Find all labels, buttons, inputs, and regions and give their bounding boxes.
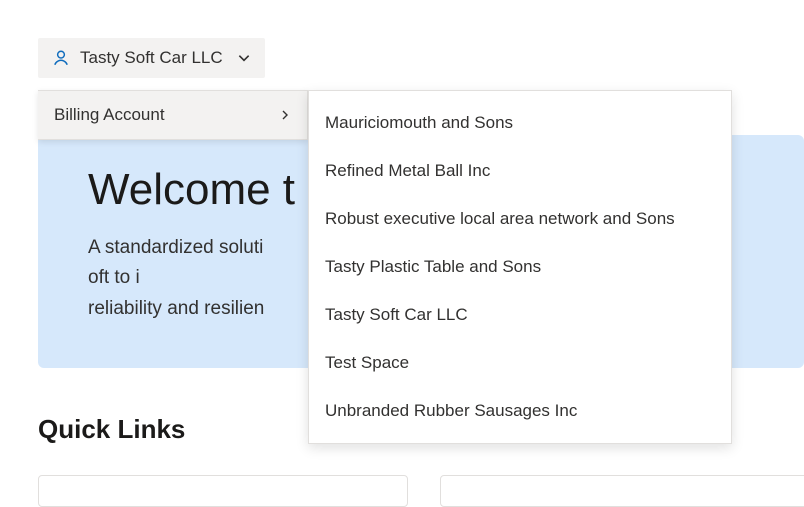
menu-item-label: Billing Account [54, 105, 165, 125]
quick-link-card[interactable] [440, 475, 804, 507]
account-selector-button[interactable]: Tasty Soft Car LLC [38, 38, 265, 78]
billing-account-submenu: Mauriciomouth and Sons Refined Metal Bal… [308, 90, 732, 444]
banner-line1-right: oft to i [88, 267, 140, 288]
quick-link-card[interactable] [38, 475, 408, 507]
billing-account-option[interactable]: Mauriciomouth and Sons [309, 99, 731, 147]
billing-account-option[interactable]: Tasty Soft Car LLC [309, 291, 731, 339]
account-selector-label: Tasty Soft Car LLC [80, 48, 223, 68]
chevron-down-icon [237, 51, 251, 65]
menu-item-billing-account[interactable]: Billing Account [38, 91, 307, 139]
quick-links-heading: Quick Links [38, 414, 185, 445]
banner-title-left: Welcome t [88, 165, 295, 214]
billing-account-option[interactable]: Test Space [309, 339, 731, 387]
billing-account-option[interactable]: Tasty Plastic Table and Sons [309, 243, 731, 291]
account-menu: Billing Account [38, 90, 308, 140]
billing-account-option[interactable]: Unbranded Rubber Sausages Inc [309, 387, 731, 435]
banner-line1-left: A standardized soluti [88, 237, 263, 258]
banner-line2: reliability and resilien [88, 298, 264, 319]
billing-account-option[interactable]: Robust executive local area network and … [309, 195, 731, 243]
person-icon [52, 49, 70, 67]
chevron-right-icon [279, 109, 291, 121]
billing-account-option[interactable]: Refined Metal Ball Inc [309, 147, 731, 195]
